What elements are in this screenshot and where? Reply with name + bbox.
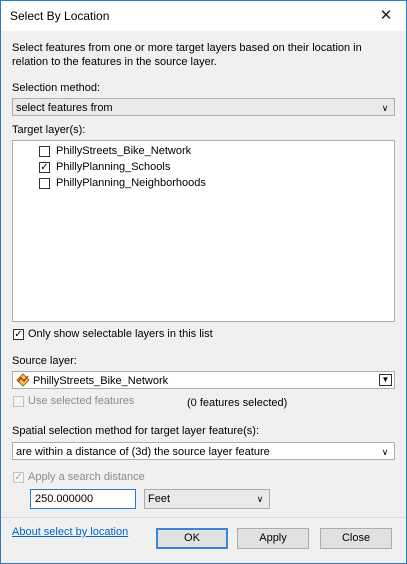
target-layers-label: Target layer(s): — [12, 124, 86, 136]
use-selected-features-label: Use selected features — [28, 395, 135, 407]
target-layers-list[interactable]: PhillyStreets_Bike_Network ✓ PhillyPlann… — [12, 140, 395, 322]
spatial-method-label: Spatial selection method for target laye… — [12, 425, 260, 437]
footer-separator — [1, 517, 406, 518]
close-button[interactable]: Close — [320, 528, 392, 549]
title-bar: Select By Location ✕ — [1, 1, 406, 31]
use-selected-features-checkbox[interactable] — [13, 396, 24, 407]
spatial-method-dropdown[interactable]: are within a distance of (3d) the source… — [12, 442, 395, 460]
only-selectable-checkbox[interactable]: ✓ — [13, 329, 24, 340]
about-select-by-location-link[interactable]: About select by location — [12, 526, 128, 538]
chevron-down-icon: ∨ — [381, 447, 389, 457]
apply-button[interactable]: Apply — [237, 528, 309, 549]
target-layer-label-bike-network: PhillyStreets_Bike_Network — [56, 145, 192, 157]
target-layer-checkbox-neighborhoods[interactable] — [39, 178, 50, 189]
target-layer-checkbox-bike-network[interactable] — [39, 146, 50, 157]
target-layer-label-schools: PhillyPlanning_Schools — [56, 161, 171, 173]
window-title: Select By Location — [10, 9, 110, 23]
chevron-down-icon: ∨ — [256, 494, 264, 504]
distance-unit-dropdown[interactable]: Feet ∨ — [144, 489, 270, 509]
search-distance-input[interactable]: 250.000000 — [30, 489, 136, 509]
selected-count-text: (0 features selected) — [187, 397, 288, 409]
spatial-method-value: are within a distance of (3d) the source… — [16, 446, 270, 458]
chevron-down-icon: ∨ — [381, 103, 389, 113]
selection-method-dropdown[interactable]: select features from ∨ — [12, 98, 395, 116]
apply-search-distance-label: Apply a search distance — [28, 471, 145, 483]
dropdown-arrow-icon: ▼ — [379, 374, 392, 386]
only-selectable-label: Only show selectable layers in this list — [28, 328, 213, 340]
apply-search-distance-checkbox[interactable]: ✓ — [13, 472, 24, 483]
source-layer-value: PhillyStreets_Bike_Network — [33, 375, 169, 387]
ok-button[interactable]: OK — [156, 528, 228, 549]
source-layer-label: Source layer: — [12, 355, 77, 367]
distance-unit-value: Feet — [148, 493, 171, 505]
selection-method-value: select features from — [16, 102, 113, 114]
source-layer-dropdown[interactable]: PhillyStreets_Bike_Network ▼ — [12, 371, 395, 389]
dialog-description: Select features from one or more target … — [12, 42, 362, 68]
selection-method-label: Selection method: — [12, 82, 101, 94]
target-layer-label-neighborhoods: PhillyPlanning_Neighborhoods — [56, 177, 206, 189]
target-layer-checkbox-schools[interactable]: ✓ — [39, 162, 50, 173]
polyline-layer-icon — [16, 373, 30, 387]
close-icon[interactable]: ✕ — [372, 5, 400, 27]
select-by-location-dialog: Select By Location ✕ Select features fro… — [0, 0, 407, 564]
